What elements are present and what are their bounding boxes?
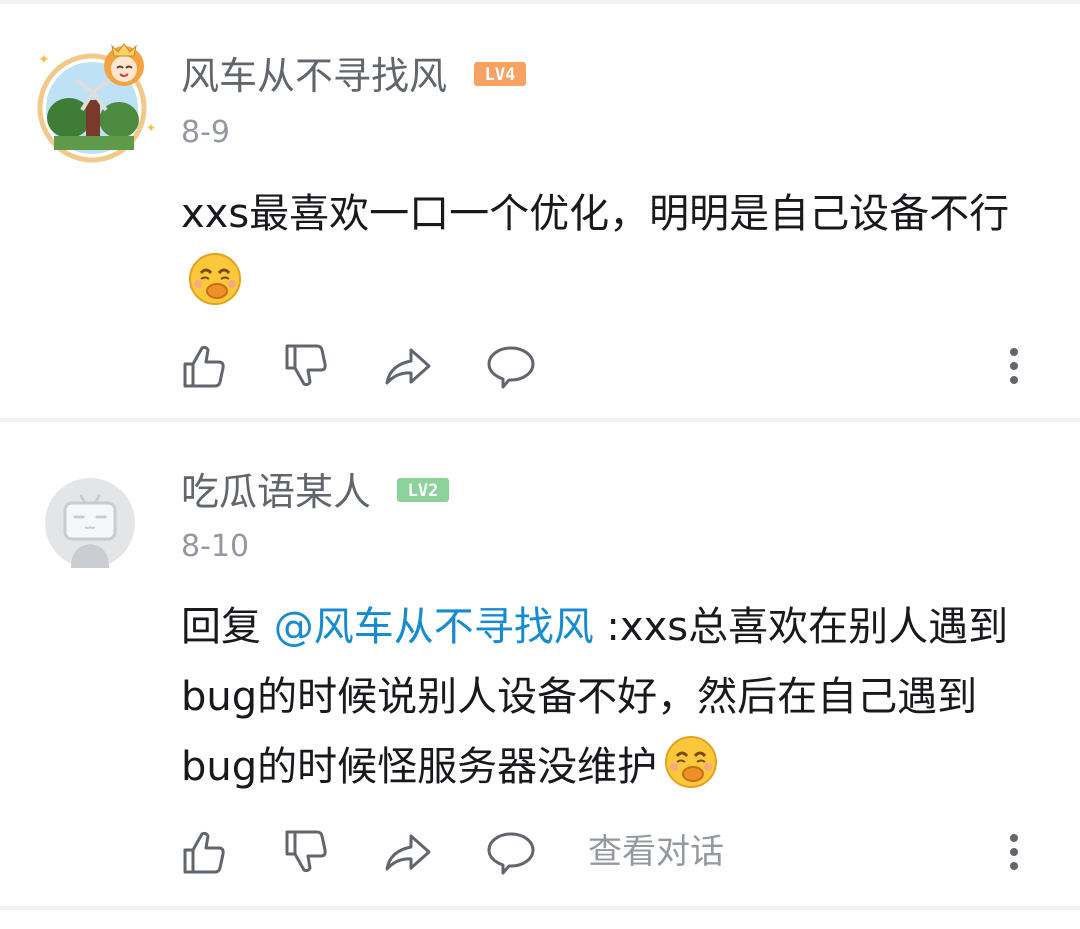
share-icon xyxy=(385,834,431,871)
date: 8-9 xyxy=(181,115,230,150)
dislike-button[interactable] xyxy=(282,827,332,877)
more-button[interactable] xyxy=(998,341,1030,391)
comment-content: xxs最喜欢一口一个优化，明明是自己设备不行 xyxy=(181,179,1051,329)
share-icon xyxy=(385,348,431,385)
username[interactable]: 吃瓜语某人 xyxy=(181,473,371,511)
comment-text: xxs最喜欢一口一个优化，明明是自己设备不行 xyxy=(181,191,1010,237)
more-icon xyxy=(1010,834,1018,870)
avatar[interactable]: ✦ ✦ xyxy=(24,36,164,166)
share-button[interactable] xyxy=(383,341,433,391)
mention-link[interactable]: @风车从不寻找风 xyxy=(274,604,594,650)
view-conversation-link[interactable]: 查看对话 xyxy=(588,835,724,869)
comment-item: 吃瓜语某人 LV2 8-10 回复 @风车从不寻找风 :xxs总喜欢在别人遇到b… xyxy=(0,422,1080,906)
avatar-image xyxy=(45,478,135,568)
thumbs-down-icon xyxy=(285,830,327,873)
thumbs-up-icon xyxy=(183,345,225,388)
svg-text:✦: ✦ xyxy=(38,52,50,68)
laughing-face-emoji xyxy=(663,734,719,812)
share-button[interactable] xyxy=(383,827,433,877)
level-badge: LV2 xyxy=(396,477,450,507)
reply-prefix: 回复 xyxy=(181,604,274,650)
more-icon xyxy=(1010,348,1018,384)
action-bar: 查看对话 xyxy=(0,827,1080,877)
like-button[interactable] xyxy=(180,827,230,877)
comment-item: ✦ ✦ 风车从不寻找风 LV4 8-9 xxs最喜欢一口一个优化，明明是自己设备… xyxy=(0,4,1080,418)
svg-text:✦: ✦ xyxy=(146,121,156,135)
laughing-face-emoji xyxy=(187,251,243,329)
action-bar xyxy=(0,341,1080,391)
more-button[interactable] xyxy=(998,827,1030,877)
like-button[interactable] xyxy=(180,341,230,391)
reply-icon xyxy=(487,346,535,389)
reply-button[interactable] xyxy=(485,341,537,391)
reply-icon xyxy=(487,832,535,875)
dislike-button[interactable] xyxy=(282,341,332,391)
comment-content: 回复 @风车从不寻找风 :xxs总喜欢在别人遇到bug的时候说别人设备不好，然后… xyxy=(181,592,1051,812)
divider xyxy=(0,906,1080,910)
avatar-image: ✦ ✦ xyxy=(37,43,156,163)
thumbs-down-icon xyxy=(285,344,327,387)
reply-button[interactable] xyxy=(485,827,537,877)
username[interactable]: 风车从不寻找风 xyxy=(181,57,447,95)
level-label: LV2 xyxy=(408,481,439,501)
level-label: LV4 xyxy=(485,65,516,85)
thumbs-up-icon xyxy=(183,831,225,874)
avatar[interactable] xyxy=(45,478,135,568)
date: 8-10 xyxy=(181,529,250,564)
level-badge: LV4 xyxy=(473,61,527,91)
